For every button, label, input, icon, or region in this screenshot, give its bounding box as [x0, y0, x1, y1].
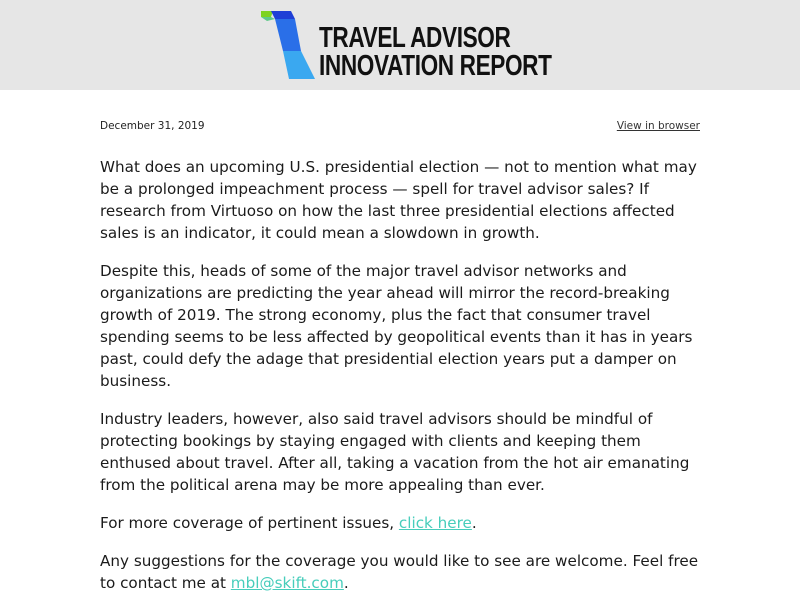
click-here-link[interactable]: click here [399, 514, 472, 532]
paragraph-3: Industry leaders, however, also said tra… [100, 410, 690, 494]
issue-date: December 31, 2019 [100, 120, 205, 132]
paragraph-4: For more coverage of pertinent issues, c… [100, 512, 700, 534]
contact-email-link[interactable]: mbl@skift.com [231, 574, 344, 592]
paragraph-1: What does an upcoming U.S. presidential … [100, 158, 697, 242]
paragraph-4-end: . [471, 514, 477, 532]
paragraph-5: Any suggestions for the coverage you wou… [100, 550, 700, 594]
brand-line-1: TRAVEL ADVISOR [319, 22, 511, 54]
paragraph-5-end: . [343, 574, 349, 592]
brand-line-2: INNOVATION REPORT [319, 50, 552, 82]
brand-logo[interactable]: TRAVEL ADVISOR INNOVATION REPORT [261, 11, 552, 82]
skift-t-logo-icon [261, 11, 315, 79]
email-content: December 31, 2019 View in browser What d… [100, 90, 700, 610]
email-header: TRAVEL ADVISOR INNOVATION REPORT [0, 0, 800, 90]
brand-wordmark: TRAVEL ADVISOR INNOVATION REPORT [319, 22, 552, 82]
paragraph-5-text: Any suggestions for the coverage you wou… [100, 552, 699, 592]
paragraph-4-text: For more coverage of pertinent issues, [100, 514, 399, 532]
article-body: What does an upcoming U.S. presidential … [100, 156, 700, 594]
view-in-browser-link[interactable]: View in browser [617, 120, 700, 132]
paragraph-2: Despite this, heads of some of the major… [100, 262, 693, 390]
meta-row: December 31, 2019 View in browser [100, 120, 700, 156]
